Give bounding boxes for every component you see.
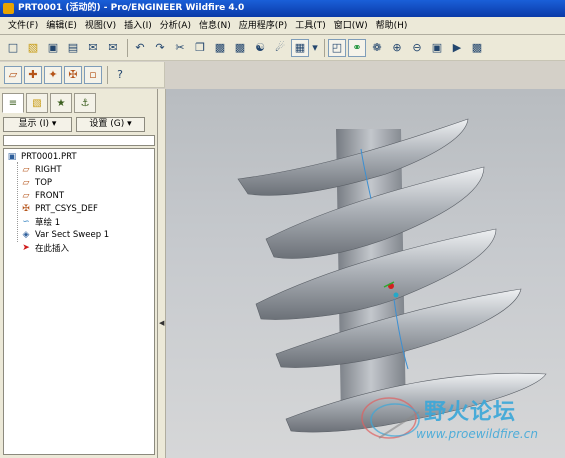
toolbar-separator xyxy=(324,38,325,57)
model-tree: ▣ PRT0001.PRT ▱ RIGHT ▱ TOP ▱ FRONT ✠ PR… xyxy=(3,148,155,455)
tree-item-label: PRT_CSYS_DEF xyxy=(35,204,98,214)
graphics-viewport[interactable]: 野火论坛 www.proewildfire.cn xyxy=(166,89,565,458)
forum-name-watermark: 野火论坛 xyxy=(424,399,517,425)
menu-info[interactable]: 信息(N) xyxy=(195,17,235,35)
sweep-icon: ◈ xyxy=(22,230,30,240)
tree-item[interactable]: ✠ PRT_CSYS_DEF xyxy=(20,203,98,215)
toolbar-separator xyxy=(107,65,108,84)
menu-applications[interactable]: 应用程序(P) xyxy=(235,17,291,35)
cut-icon[interactable]: ✂ xyxy=(171,39,189,57)
menu-bar: 文件(F) 编辑(E) 视图(V) 插入(I) 分析(A) 信息(N) 应用程序… xyxy=(0,17,565,35)
show-dropdown[interactable]: 显示 (I) ▾ xyxy=(3,117,72,132)
save-icon[interactable]: ▣ xyxy=(44,39,62,57)
proe-app-icon xyxy=(3,3,14,14)
spin-center-icon[interactable]: ⚭ xyxy=(348,38,366,57)
tree-item-label: 草绘 1 xyxy=(35,218,61,228)
tree-item-label: FRONT xyxy=(35,191,65,201)
orient-mode-icon[interactable]: ❁ xyxy=(368,39,386,57)
reorient-icon[interactable]: ▶ xyxy=(448,39,466,57)
find-icon[interactable]: ☄ xyxy=(271,39,289,57)
print-icon[interactable]: ▤ xyxy=(64,39,82,57)
menu-tools[interactable]: 工具(T) xyxy=(291,17,330,35)
menu-help[interactable]: 帮助(H) xyxy=(372,17,412,35)
regenerate-icon[interactable]: ☯ xyxy=(251,39,269,57)
settings-dropdown[interactable]: 设置 (G) ▾ xyxy=(76,117,145,132)
csys-toggle-icon[interactable]: ✠ xyxy=(64,65,82,84)
selection-filter-icon[interactable]: ▦ xyxy=(291,38,309,57)
datum-toolbar: ▱ ✚ ✦ ✠ ▫ ? xyxy=(0,62,165,88)
saved-views-icon[interactable]: ▩ xyxy=(468,39,486,57)
tab-model-tree[interactable]: ≡ xyxy=(2,93,24,113)
sketch-icon: ∽ xyxy=(22,217,30,227)
copy-icon[interactable]: ❐ xyxy=(191,39,209,57)
tab-favorites[interactable]: ★ xyxy=(50,93,72,113)
tree-filter-bar[interactable] xyxy=(3,135,155,146)
menu-view[interactable]: 视图(V) xyxy=(81,17,120,35)
repaint-icon[interactable]: ◰ xyxy=(328,38,346,57)
tree-item-label: 在此插入 xyxy=(35,244,70,254)
menu-edit[interactable]: 编辑(E) xyxy=(42,17,81,35)
tree-item[interactable]: ▱ FRONT xyxy=(20,190,65,202)
tab-folder-browser[interactable]: ▧ xyxy=(26,93,48,113)
menu-insert[interactable]: 插入(I) xyxy=(120,17,156,35)
toolbar-separator xyxy=(127,38,128,57)
main-toolbar: □ ▧ ▣ ▤ ✉ ✉ ↶ ↷ ✂ ❐ ▩ ▩ ☯ ☄ ▦ ▾ ◰ ⚭ ❁ ⊕ … xyxy=(0,35,565,61)
tree-item[interactable]: ▱ TOP xyxy=(20,177,52,189)
paste-icon[interactable]: ▩ xyxy=(211,39,229,57)
tree-connector xyxy=(17,162,18,242)
tree-item[interactable]: ➤ 在此插入 xyxy=(20,242,69,254)
tree-controls: 显示 (I) ▾ 设置 (G) ▾ xyxy=(3,117,149,132)
new-file-icon[interactable]: □ xyxy=(4,39,22,57)
tree-item-label: TOP xyxy=(35,178,53,188)
tree-item[interactable]: ▱ RIGHT xyxy=(20,164,62,176)
csys-point-marker xyxy=(393,292,399,298)
tree-item[interactable]: ∽ 草绘 1 xyxy=(20,216,60,228)
tree-root[interactable]: ▣ PRT0001.PRT xyxy=(6,151,77,163)
datum-plane-toggle-icon[interactable]: ▱ xyxy=(4,65,22,84)
chevron-down-icon[interactable]: ▾ xyxy=(311,39,319,57)
insert-here-icon: ➤ xyxy=(22,243,30,253)
datum-point-toggle-icon[interactable]: ✦ xyxy=(44,65,62,84)
context-help-icon[interactable]: ? xyxy=(111,66,129,84)
csys-icon: ✠ xyxy=(22,204,30,214)
datum-plane-icon: ▱ xyxy=(22,178,30,188)
tree-item-label: Var Sect Sweep 1 xyxy=(35,230,110,240)
undo-icon[interactable]: ↶ xyxy=(131,39,149,57)
open-folder-icon[interactable]: ▧ xyxy=(24,39,42,57)
datum-axis-toggle-icon[interactable]: ✚ xyxy=(24,65,42,84)
annotation-toggle-icon[interactable]: ▫ xyxy=(84,65,102,84)
collapse-left-icon[interactable]: ◀ xyxy=(159,319,164,327)
menu-file[interactable]: 文件(F) xyxy=(4,17,42,35)
zoom-in-icon[interactable]: ⊕ xyxy=(388,39,406,57)
tree-item[interactable]: ◈ Var Sect Sweep 1 xyxy=(20,229,110,241)
redo-icon[interactable]: ↷ xyxy=(151,39,169,57)
part-icon: ▣ xyxy=(7,152,17,162)
window-title: PRT0001 (活动的) - Pro/ENGINEER Wildfire 4.… xyxy=(18,3,245,13)
forum-url-watermark: www.proewildfire.cn xyxy=(416,427,538,441)
tree-item-label: RIGHT xyxy=(35,165,62,175)
forum-logo-watermark xyxy=(361,397,420,439)
tree-root-label: PRT0001.PRT xyxy=(21,152,77,162)
refit-icon[interactable]: ▣ xyxy=(428,39,446,57)
datum-plane-icon: ▱ xyxy=(22,165,30,175)
datum-plane-icon: ▱ xyxy=(22,191,30,201)
mail-attach-icon[interactable]: ✉ xyxy=(104,39,122,57)
window-titlebar: PRT0001 (活动的) - Pro/ENGINEER Wildfire 4.… xyxy=(0,0,565,17)
navigator-tabs: ≡ ▧ ★ ⚓ xyxy=(2,93,98,113)
menu-analysis[interactable]: 分析(A) xyxy=(156,17,195,35)
panel-splitter[interactable]: ◀ xyxy=(158,89,166,458)
zoom-out-icon[interactable]: ⊖ xyxy=(408,39,426,57)
mail-icon[interactable]: ✉ xyxy=(84,39,102,57)
menu-window[interactable]: 窗口(W) xyxy=(330,17,372,35)
model-tree-panel: ≡ ▧ ★ ⚓ 显示 (I) ▾ 设置 (G) ▾ ▣ PRT0001.PRT … xyxy=(0,89,158,458)
tab-connections[interactable]: ⚓ xyxy=(74,93,96,113)
paste-special-icon[interactable]: ▩ xyxy=(231,39,249,57)
